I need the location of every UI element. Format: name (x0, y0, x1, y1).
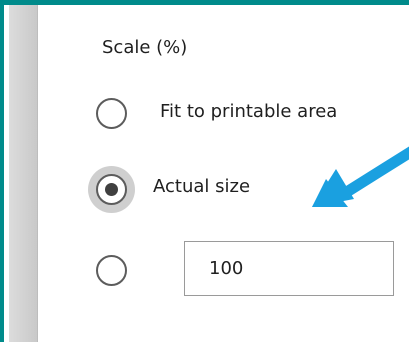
scale-panel: Scale (%) Fit to printable area Actual s… (4, 5, 409, 342)
option-label-actual-size: Actual size (153, 176, 251, 197)
radio-custom-scale[interactable] (96, 255, 127, 286)
radio-actual-size-dot (105, 183, 118, 196)
radio-fit-to-printable-area[interactable] (96, 98, 127, 129)
radio-actual-size[interactable] (88, 166, 135, 213)
option-label-fit-to-printable-area: Fit to printable area (160, 101, 338, 122)
annotation-arrow-icon (312, 146, 409, 207)
scale-percent-input[interactable] (184, 241, 394, 296)
radio-actual-size-ring (96, 174, 127, 205)
left-strip (4, 5, 38, 342)
scale-section-title: Scale (%) (102, 37, 188, 58)
